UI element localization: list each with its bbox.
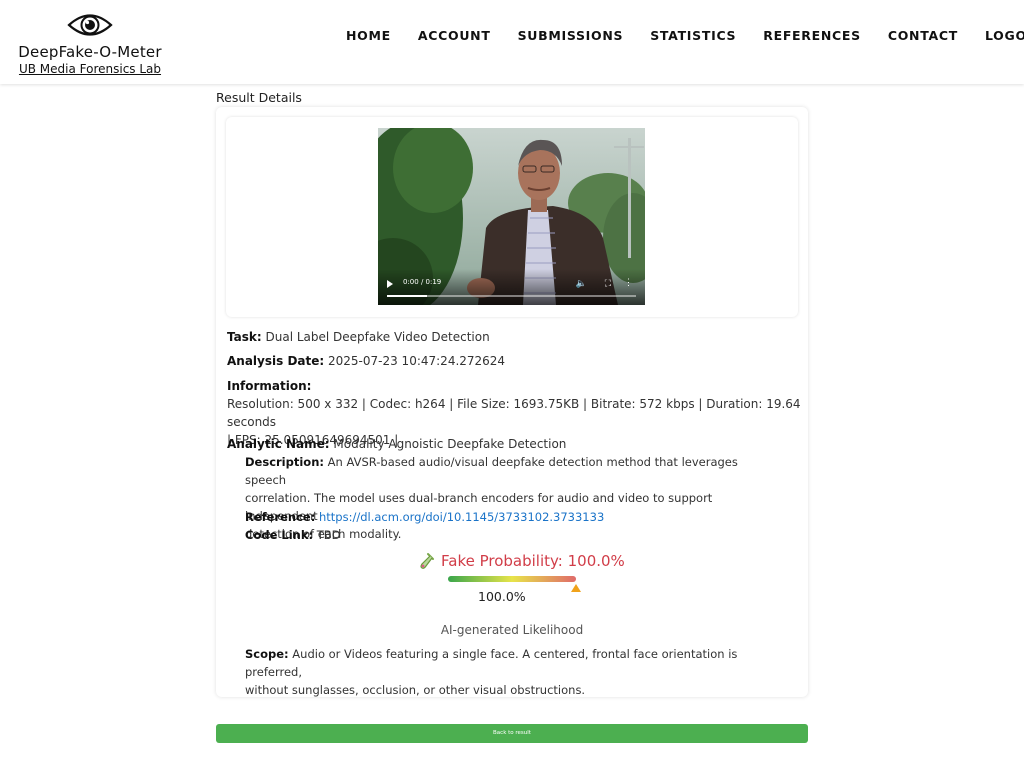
nav-home[interactable]: HOME [346, 28, 391, 43]
code-link-row: Code Link: TBD [245, 526, 775, 544]
analytic-name-value: Modality Agnoistic Deepfake Detection [333, 437, 567, 451]
main-nav: HOME ACCOUNT SUBMISSIONS STATISTICS REFE… [346, 28, 1024, 43]
gauge-marker-icon [571, 584, 581, 592]
nav-statistics[interactable]: STATISTICS [650, 28, 736, 43]
scope-label: Scope: [245, 647, 289, 661]
reference-link[interactable]: https://dl.acm.org/doi/10.1145/3733102.3… [319, 510, 604, 524]
information-line-1: Resolution: 500 x 332 | Codec: h264 | Fi… [227, 397, 801, 429]
analysis-date-label: Analysis Date: [227, 354, 325, 368]
volume-icon[interactable]: 🔈 [576, 278, 587, 289]
scope-line-2: without sunglasses, occlusion, or other … [245, 683, 586, 697]
video-progress-fill [387, 295, 427, 297]
video-player[interactable]: 0:00 / 0:19 🔈 ⛶ ⋮ [378, 128, 645, 305]
scope-block: Scope: Audio or Videos featuring a singl… [245, 645, 775, 699]
eye-icon [67, 14, 113, 36]
video-progress-bar[interactable] [387, 295, 636, 297]
likelihood-label: AI-generated Likelihood [440, 623, 584, 637]
page-title: Result Details [216, 90, 302, 105]
nav-contact[interactable]: CONTACT [888, 28, 958, 43]
analytic-name-row: Analytic Name: Modality Agnoistic Deepfa… [227, 435, 566, 453]
task-value: Dual Label Deepfake Video Detection [265, 330, 490, 344]
fake-probability-text: Fake Probability: 100.0% [441, 552, 625, 570]
video-time: 0:00 / 0:19 [403, 278, 442, 286]
brand-subtitle-link[interactable]: UB Media Forensics Lab [18, 62, 162, 76]
analysis-date-value: 2025-07-23 10:47:24.272624 [328, 354, 506, 368]
gauge-value: 100.0% [478, 589, 526, 604]
result-card: 0:00 / 0:19 🔈 ⛶ ⋮ Task: Dual Label Deepf… [216, 107, 808, 697]
nav-logout[interactable]: LOGOUT [985, 28, 1024, 43]
site-header: DeepFake-O-Meter UB Media Forensics Lab … [0, 0, 1024, 84]
nav-submissions[interactable]: SUBMISSIONS [518, 28, 624, 43]
task-label: Task: [227, 330, 262, 344]
code-link-label: Code Link: [245, 528, 314, 542]
video-container: 0:00 / 0:19 🔈 ⛶ ⋮ [226, 117, 798, 317]
back-to-result-button[interactable]: Back to result [216, 724, 808, 743]
scope-line-1: Audio or Videos featuring a single face.… [245, 647, 738, 679]
more-options-icon[interactable]: ⋮ [624, 277, 633, 288]
play-icon[interactable] [387, 280, 393, 288]
nav-account[interactable]: ACCOUNT [418, 28, 491, 43]
gauge-fill [448, 576, 576, 582]
site-logo[interactable]: DeepFake-O-Meter UB Media Forensics Lab [18, 10, 162, 76]
analysis-date-row: Analysis Date: 2025-07-23 10:47:24.27262… [227, 352, 505, 370]
test-tube-icon [420, 553, 434, 569]
nav-references[interactable]: REFERENCES [763, 28, 861, 43]
description-label: Description: [245, 455, 324, 469]
fake-probability: Fake Probability: 100.0% [417, 552, 625, 570]
fullscreen-icon[interactable]: ⛶ [605, 278, 611, 289]
reference-row: Reference: https://dl.acm.org/doi/10.114… [245, 508, 775, 526]
reference-label: Reference: [245, 510, 316, 524]
information-label: Information: [227, 379, 312, 393]
likelihood-gauge [448, 576, 576, 582]
task-row: Task: Dual Label Deepfake Video Detectio… [227, 328, 490, 346]
analytic-name-label: Analytic Name: [227, 437, 330, 451]
brand-title: DeepFake-O-Meter [18, 43, 162, 61]
code-link-value: TBD [316, 528, 341, 542]
video-controls: 0:00 / 0:19 🔈 ⛶ ⋮ [378, 269, 645, 305]
